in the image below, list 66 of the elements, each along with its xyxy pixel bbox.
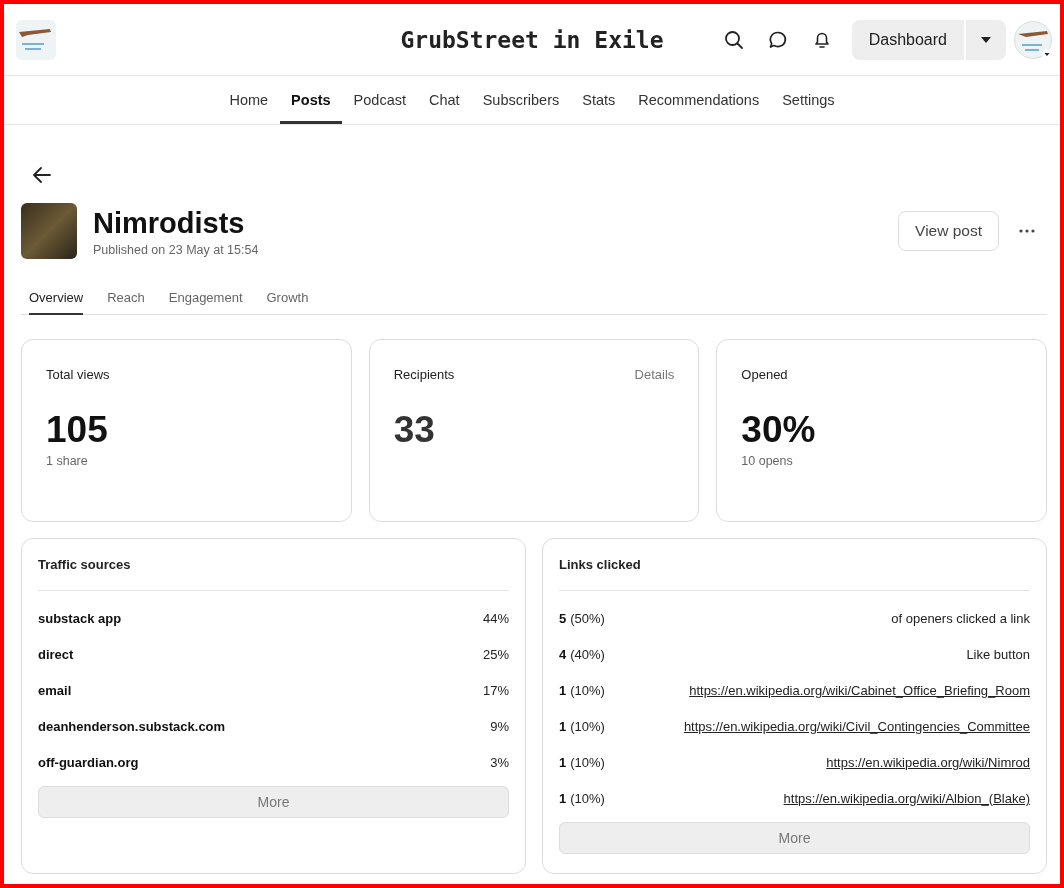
dashboard-button[interactable]: Dashboard <box>851 19 964 60</box>
avatar-button[interactable] <box>1014 20 1052 59</box>
view-post-button[interactable]: View post <box>898 211 999 251</box>
section-tab[interactable]: Engagement <box>168 290 243 315</box>
source-share: 9% <box>490 718 509 734</box>
stat-subtext: 1 share <box>46 454 89 468</box>
details-link[interactable]: Details <box>634 367 675 382</box>
link-url[interactable]: https://en.wikipedia.org/wiki/Cabinet_Office_Briefing_Room <box>689 682 1030 698</box>
nav-tab[interactable]: Settings <box>770 76 847 124</box>
chat-bubble-icon[interactable] <box>767 29 788 50</box>
more-button[interactable]: More <box>559 822 1030 854</box>
click-count: 5 <box>559 610 567 626</box>
click-percent: (10%) <box>570 790 605 806</box>
more-button[interactable]: More <box>38 786 509 818</box>
source-name: email <box>38 682 72 698</box>
source-share: 25% <box>482 646 509 662</box>
more-options-icon[interactable] <box>1019 229 1035 233</box>
section-tab[interactable]: Reach <box>107 290 145 315</box>
stat-value: 105 <box>46 410 109 450</box>
stat-label: Opened <box>741 367 788 382</box>
link-url[interactable]: https://en.wikipedia.org/wiki/Civil_Contingencies_Committee <box>683 718 1030 734</box>
stat-label: Recipients <box>393 367 455 382</box>
nav-tab[interactable]: Home <box>217 76 280 124</box>
link-target: Like button <box>966 646 1030 662</box>
photo-placeholder <box>21 203 77 259</box>
nav-tab[interactable]: Subscribers <box>471 76 571 124</box>
click-percent: (10%) <box>570 754 605 770</box>
nav-tab[interactable]: Recommendations <box>626 76 771 124</box>
section-tab[interactable]: Growth <box>266 290 309 315</box>
source-name: direct <box>38 646 74 662</box>
caret-icon <box>981 36 991 43</box>
source-share: 17% <box>482 682 509 698</box>
click-count: 4 <box>559 646 567 662</box>
publication-title[interactable]: GrubStreet in Exile <box>400 26 664 53</box>
nav-tab[interactable]: Posts <box>279 76 343 124</box>
source-share: 3% <box>490 754 509 770</box>
link-url[interactable]: https://en.wikipedia.org/wiki/Nimrod <box>826 754 1030 770</box>
source-share: 44% <box>482 610 509 626</box>
source-name: off-guardian.org <box>38 754 139 770</box>
click-count: 1 <box>559 754 567 770</box>
post-title: Nimrodists <box>93 205 246 240</box>
stat-value: 30% <box>741 410 817 450</box>
nav-tab[interactable]: Podcast <box>342 76 418 124</box>
link-url[interactable]: https://en.wikipedia.org/wiki/Albion_(Blake) <box>783 790 1030 806</box>
click-percent: (10%) <box>570 718 605 734</box>
click-percent: (40%) <box>570 646 605 662</box>
source-name: substack app <box>38 610 122 626</box>
card-title: Traffic sources <box>38 557 509 591</box>
link-target: of openers clicked a link <box>891 610 1030 626</box>
published-date: Published on 23 May at 15:54 <box>93 242 259 257</box>
stat-subtext: 10 opens <box>741 454 794 468</box>
back-arrow-icon[interactable] <box>32 166 52 184</box>
stat-value: 33 <box>393 410 436 450</box>
section-tab[interactable]: Overview <box>29 290 84 315</box>
search-icon[interactable] <box>723 29 744 50</box>
stat-label: Total views <box>46 367 110 382</box>
click-percent: (10%) <box>570 682 605 698</box>
publication-logo-icon[interactable] <box>16 19 56 60</box>
click-percent: (50%) <box>570 610 605 626</box>
card-title: Links clicked <box>559 557 1030 591</box>
click-count: 1 <box>559 682 567 698</box>
source-name: deanhenderson.substack.com <box>38 718 226 734</box>
nav-tab[interactable]: Chat <box>417 76 472 124</box>
nav-tab[interactable]: Stats <box>570 76 627 124</box>
click-count: 1 <box>559 718 567 734</box>
click-count: 1 <box>559 790 567 806</box>
